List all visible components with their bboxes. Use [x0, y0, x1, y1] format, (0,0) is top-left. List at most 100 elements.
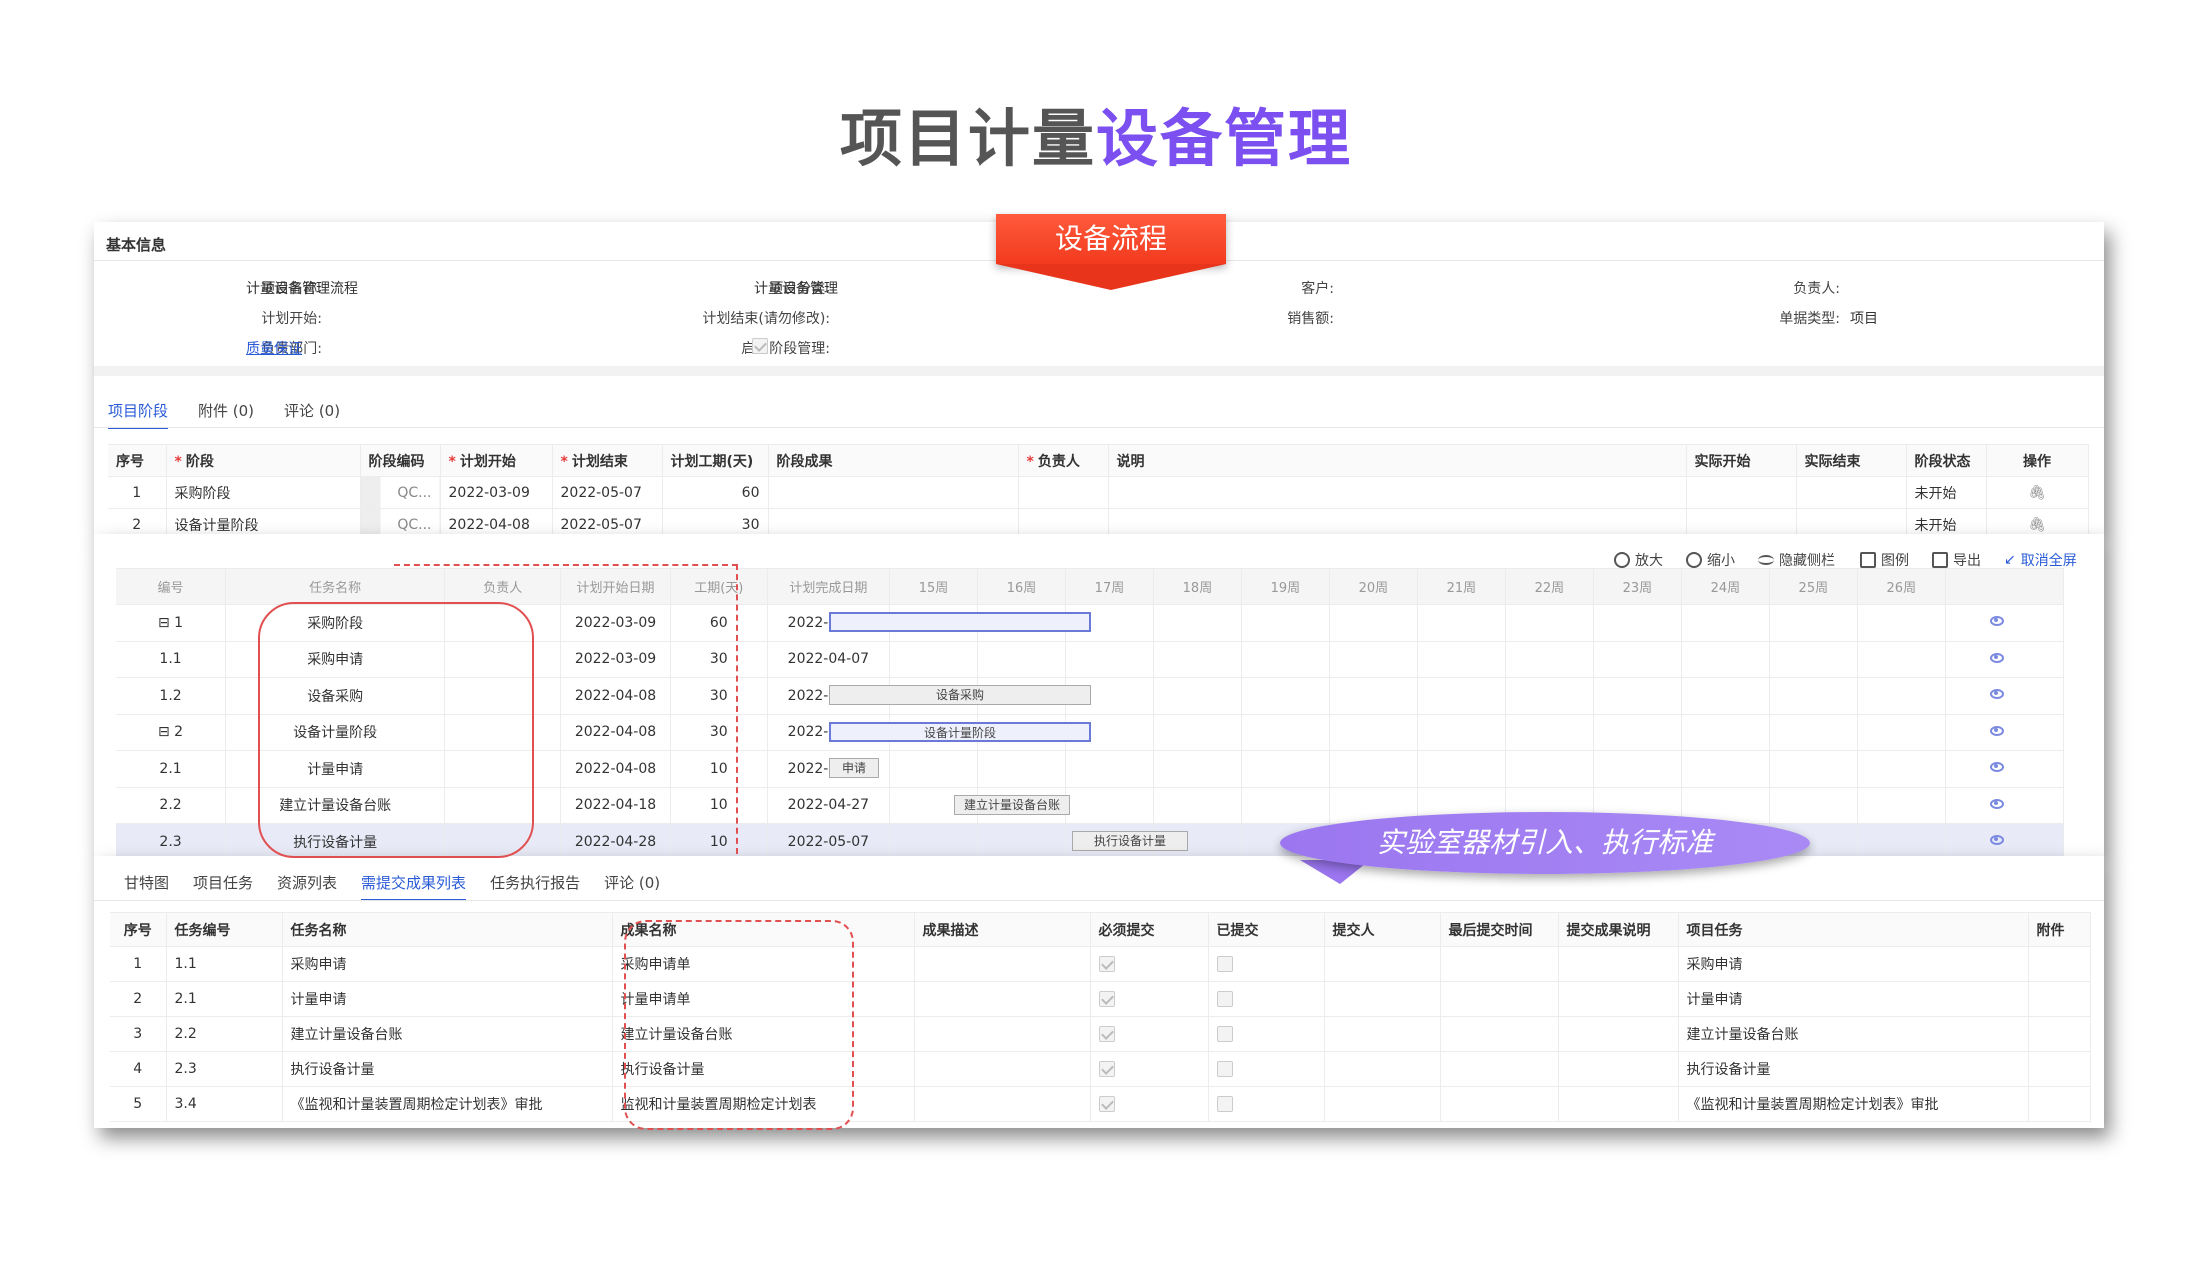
tab-attachments[interactable]: 附件 (0) [198, 400, 254, 429]
gantt-bar[interactable]: 设备计量阶段 [829, 721, 1091, 742]
week-header: 18周 [1153, 568, 1242, 605]
result-task-code: 2.2 [166, 1016, 283, 1052]
stage-mgmt-checkbox[interactable] [752, 338, 768, 354]
result-last-time [1440, 1086, 1559, 1122]
stage-days: 30 [662, 508, 769, 534]
col-header: 提交成果说明 [1558, 912, 1679, 947]
dept-link[interactable]: 质量保证 [246, 338, 302, 358]
gantt-task-end: 2022-05-07 [767, 823, 890, 856]
gantt-task-id: 2.1 [116, 750, 227, 788]
submitted-checkbox[interactable] [1216, 1061, 1233, 1077]
eye-icon[interactable] [1990, 616, 2004, 626]
gantt-bar[interactable]: 执行设备计量 [1072, 831, 1188, 851]
export-button[interactable]: 导出 [1932, 550, 1981, 570]
result-submitted[interactable] [1208, 1051, 1325, 1087]
result-no: 3 [110, 1016, 167, 1052]
tab-project-stages[interactable]: 项目阶段 [108, 400, 169, 429]
result-last-time [1440, 1051, 1559, 1087]
result-attachment [2028, 981, 2091, 1017]
result-task-name: 建立计量设备台账 [282, 1016, 613, 1052]
col-header: * 负责人 [1018, 444, 1109, 477]
tab-comments-2[interactable]: 评论 (0) [604, 872, 660, 901]
eye-icon[interactable] [1990, 689, 2004, 699]
stage-status: 未开始 [1906, 476, 1987, 509]
plan-start-label: 计划开始: [261, 311, 322, 327]
task-tabs: 甘特图 项目任务 资源列表 需提交成果列表 任务执行报告 评论 (0) [124, 872, 684, 901]
tab-execution-report[interactable]: 任务执行报告 [490, 872, 580, 901]
table-row[interactable]: 2 设备计量阶段 QC... 2022-04-08 2022-05-07 30 … [108, 508, 2089, 534]
tab-project-tasks[interactable]: 项目任务 [193, 872, 253, 901]
gantt-task-end: 2022-04-07 [767, 641, 890, 678]
result-required[interactable] [1090, 1086, 1209, 1122]
table-row[interactable]: 1 1.1 采购申请 采购申请单 采购申请 [110, 946, 2091, 982]
doc-type-label: 单据类型: [1779, 311, 1840, 327]
gantt-bar[interactable]: 设备采购 [829, 685, 1091, 705]
stage-end: 2022-05-07 [552, 476, 663, 509]
col-header: 序号 [108, 444, 167, 477]
submitted-checkbox[interactable] [1216, 1096, 1233, 1112]
week-header: 24周 [1681, 568, 1770, 605]
table-row[interactable]: 3 2.2 建立计量设备台账 建立计量设备台账 建立计量设备台账 [110, 1016, 2091, 1052]
required-checkbox[interactable] [1098, 1061, 1115, 1077]
paperclip-icon[interactable]: 🖇 [1986, 508, 2089, 534]
col-header: 计划完成日期 [767, 568, 890, 605]
result-attachment [2028, 1016, 2091, 1052]
result-submitted[interactable] [1208, 1016, 1325, 1052]
tab-resources[interactable]: 资源列表 [277, 872, 337, 901]
table-row[interactable]: 5 3.4 《监视和计量装置周期检定计划表》审批 监视和计量装置周期检定计划表 《监视和… [110, 1086, 2091, 1122]
gantt-bar[interactable]: 申请 [829, 758, 879, 778]
table-row[interactable]: 2 2.1 计量申请 计量申请单 计量申请 [110, 981, 2091, 1017]
tab-comments[interactable]: 评论 (0) [284, 400, 340, 429]
submitted-checkbox[interactable] [1216, 991, 1233, 1007]
result-required[interactable] [1090, 1051, 1209, 1087]
hide-sidebar-button[interactable]: 隐藏侧栏 [1758, 550, 1835, 570]
col-header: 操作 [1986, 444, 2089, 477]
col-header: 计划工期(天) [662, 444, 769, 477]
required-checkbox[interactable] [1098, 956, 1115, 972]
submitted-checkbox[interactable] [1216, 1026, 1233, 1042]
exit-fullscreen-button[interactable]: ↙ 取消全屏 [2004, 550, 2077, 570]
results-header-row: 序号 任务编号 任务名称 成果名称 成果描述 必须提交 已提交 提交人 最后提交… [110, 912, 2091, 947]
zoom-out-button[interactable]: 缩小 [1686, 550, 1735, 570]
result-required[interactable] [1090, 946, 1209, 982]
result-required[interactable] [1090, 981, 1209, 1017]
submitted-checkbox[interactable] [1216, 956, 1233, 972]
paperclip-icon[interactable]: 🖇 [1986, 476, 2089, 509]
eye-icon[interactable] [1990, 725, 2004, 736]
eye-icon[interactable] [1990, 762, 2004, 772]
result-submitted[interactable] [1208, 1086, 1325, 1122]
stage-status: 未开始 [1906, 508, 1987, 534]
callout-bubble: 实验室器材引入、执行标准 [1280, 812, 1810, 874]
plan-end-label: 计划结束(请勿修改): [702, 311, 830, 327]
zoom-in-button[interactable]: 放大 [1614, 550, 1663, 570]
gantt-bar[interactable] [829, 612, 1091, 632]
result-desc [914, 981, 1091, 1017]
result-submitted[interactable] [1208, 981, 1325, 1017]
required-checkbox[interactable] [1098, 1096, 1115, 1112]
result-required[interactable] [1090, 1016, 1209, 1052]
gantt-task-id: ⊟ 2 [116, 714, 227, 751]
result-project-task: 建立计量设备台账 [1678, 1016, 2029, 1052]
required-checkbox[interactable] [1098, 991, 1115, 1007]
eye-icon[interactable] [1990, 652, 2004, 663]
gantt-task-id: 2.2 [116, 787, 227, 824]
table-row[interactable]: 1 采购阶段 QC... 2022-03-09 2022-05-07 60 未开… [108, 476, 2089, 509]
page-title: 项目计量设备管理 [0, 88, 2192, 178]
result-task-code: 3.4 [166, 1086, 283, 1122]
gantt-bar[interactable]: 建立计量设备台账 [954, 794, 1070, 815]
tab-deliverables[interactable]: 需提交成果列表 [361, 872, 467, 901]
result-task-name: 《监视和计量装置周期检定计划表》审批 [282, 1086, 613, 1122]
result-desc [914, 1016, 1091, 1052]
title-part2: 设备管理 [1096, 102, 1353, 175]
eye-icon[interactable] [1990, 798, 2004, 809]
result-submitted[interactable] [1208, 946, 1325, 982]
gantt-task-id: 1.2 [116, 677, 227, 715]
table-row[interactable]: 4 2.3 执行设备计量 执行设备计量 执行设备计量 [110, 1051, 2091, 1087]
col-header: 最后提交时间 [1440, 912, 1559, 947]
required-checkbox[interactable] [1098, 1026, 1115, 1042]
tab-gantt[interactable]: 甘特图 [124, 872, 169, 901]
legend-button[interactable]: 图例 [1860, 550, 1909, 570]
stage-no: 2 [108, 508, 167, 534]
result-no: 5 [110, 1086, 167, 1122]
eye-icon[interactable] [1990, 835, 2004, 845]
